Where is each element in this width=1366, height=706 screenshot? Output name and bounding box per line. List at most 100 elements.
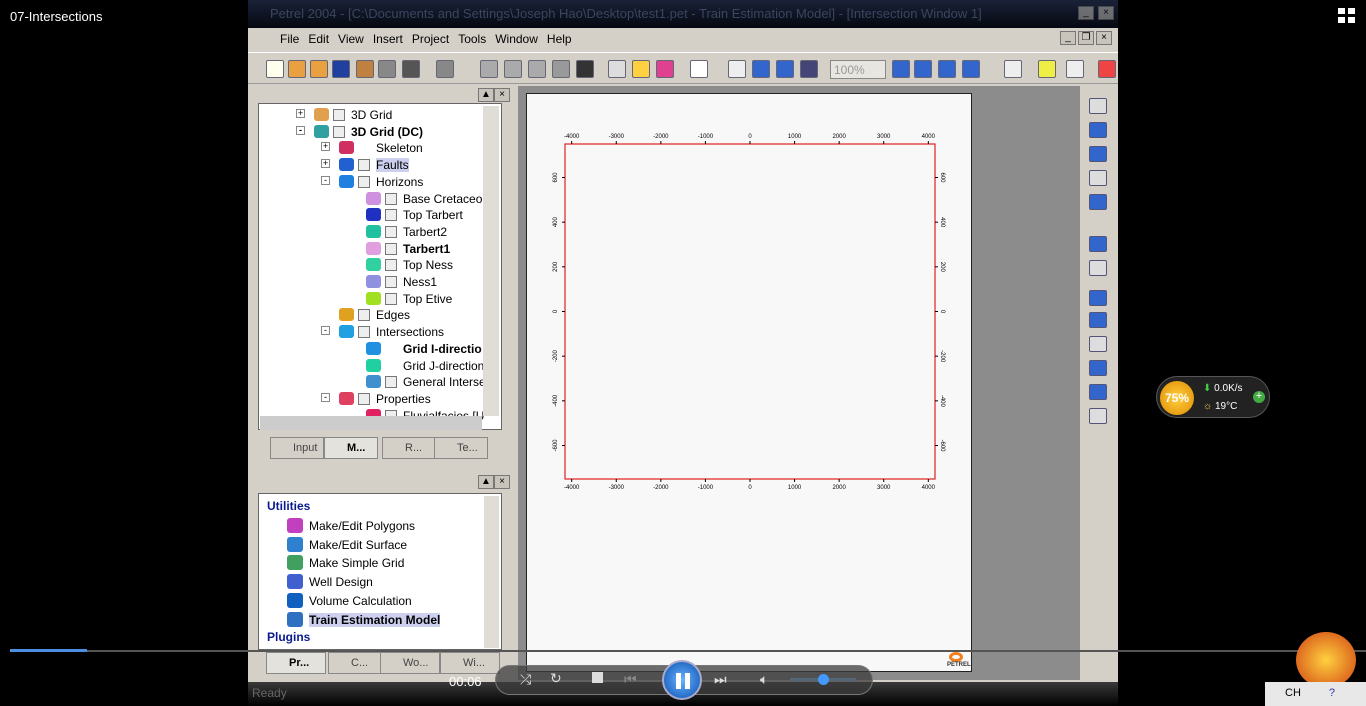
pause-button[interactable] [662, 660, 702, 700]
child-close-button[interactable]: × [1096, 31, 1112, 45]
intersection-window[interactable]: -4000 -4000 -3000 -3000 -2000 -2000 -1000 -1000… [518, 86, 1080, 680]
tree-item[interactable]: - Intersections [321, 324, 444, 340]
zoom-select[interactable]: 100% [830, 60, 886, 79]
visibility-checkbox[interactable] [385, 225, 397, 238]
toolbar-icon[interactable] [608, 60, 626, 78]
language-indicator[interactable]: CH [1285, 687, 1301, 699]
toolbar-icon[interactable] [332, 60, 350, 78]
expand-icon[interactable]: + [296, 109, 305, 118]
toolbar-icon[interactable] [356, 60, 374, 78]
toolbar-icon[interactable] [728, 60, 746, 78]
menu-file[interactable]: File [280, 32, 299, 46]
process-item[interactable]: Make/Edit Surface [287, 536, 407, 552]
toolbar-icon[interactable] [576, 60, 594, 78]
tree-item[interactable]: Top Etive [366, 291, 452, 307]
tab-3[interactable]: Te... [434, 437, 488, 459]
child-restore-button[interactable]: ❐ [1078, 31, 1094, 45]
function-icon[interactable] [1089, 236, 1107, 252]
pane-close-button[interactable]: × [494, 88, 510, 102]
visibility-checkbox[interactable] [385, 242, 397, 255]
function-icon[interactable] [1089, 290, 1107, 306]
toolbar-icon[interactable] [266, 60, 284, 78]
visibility-checkbox[interactable] [385, 192, 397, 205]
tree-item[interactable]: Grid J-direction [366, 358, 484, 374]
toolbar-icon[interactable] [690, 60, 708, 78]
shuffle-icon[interactable]: ⤮ [520, 671, 531, 688]
tree-item[interactable]: Tarbert2 [366, 224, 447, 240]
menu-tools[interactable]: Tools [458, 32, 486, 46]
function-icon[interactable] [1089, 260, 1107, 276]
tree-item[interactable]: Edges [339, 307, 410, 323]
visibility-checkbox[interactable] [358, 159, 370, 172]
previous-button[interactable]: ⏮ [624, 671, 637, 688]
toolbar-icon[interactable] [310, 60, 328, 78]
function-icon[interactable] [1089, 312, 1107, 328]
function-icon[interactable] [1089, 194, 1107, 210]
minimize-button[interactable]: _ [1078, 6, 1094, 20]
toolbar-icon[interactable] [504, 60, 522, 78]
process-item[interactable]: Make/Edit Polygons [287, 518, 415, 533]
toolbar-icon[interactable] [656, 60, 674, 78]
tab-0[interactable]: Input [270, 437, 324, 459]
function-icon[interactable] [1089, 384, 1107, 400]
toolbar-icon[interactable] [800, 60, 818, 78]
fullscreen-icon[interactable] [1338, 8, 1356, 24]
toolbar-icon[interactable] [1004, 60, 1022, 78]
tab-2[interactable]: Wo... [380, 652, 440, 674]
collapse-icon[interactable]: - [321, 392, 330, 402]
visibility-checkbox[interactable] [385, 259, 397, 272]
add-icon[interactable]: + [1253, 391, 1265, 403]
expand-icon[interactable]: + [321, 159, 330, 169]
tree-item[interactable]: + Skeleton [321, 140, 423, 156]
next-button[interactable]: ⏭ [714, 671, 727, 688]
pane-close-button[interactable]: × [494, 475, 510, 489]
visibility-checkbox[interactable] [358, 175, 370, 188]
volume-icon[interactable]: 🔈︎ [760, 671, 768, 688]
video-seek-bar[interactable] [10, 650, 1366, 652]
toolbar-icon[interactable] [402, 60, 420, 78]
toolbar-icon[interactable] [552, 60, 570, 78]
tree-item[interactable]: + Faults [321, 157, 409, 173]
menu-view[interactable]: View [338, 32, 364, 46]
menu-project[interactable]: Project [412, 32, 449, 46]
tab-2[interactable]: R... [382, 437, 436, 459]
menu-window[interactable]: Window [495, 32, 538, 46]
collapse-icon[interactable]: - [321, 175, 330, 185]
visibility-checkbox[interactable] [385, 292, 397, 305]
function-icon[interactable] [1089, 408, 1107, 424]
toolbar-icon[interactable] [436, 60, 454, 78]
tree-item[interactable]: - Properties [321, 391, 431, 407]
collapse-icon[interactable]: - [321, 326, 330, 336]
tree-item[interactable]: Tarbert1 [366, 241, 450, 257]
help-icon[interactable]: ? [1329, 687, 1335, 699]
toolbar-icon[interactable] [914, 60, 932, 78]
function-icon[interactable] [1089, 122, 1107, 138]
toolbar-icon[interactable] [892, 60, 910, 78]
close-button[interactable]: × [1098, 6, 1114, 20]
tree-item[interactable]: Base Cretaceou [366, 191, 489, 207]
tree-item[interactable]: Ness1 [366, 274, 437, 290]
visibility-checkbox[interactable] [358, 392, 370, 405]
toolbar-icon[interactable] [378, 60, 396, 78]
repeat-icon[interactable]: ↻ [550, 670, 562, 687]
visibility-checkbox[interactable] [385, 276, 397, 288]
tab-0[interactable]: Pr... [266, 652, 326, 674]
toolbar-icon[interactable] [962, 60, 980, 78]
function-icon[interactable] [1089, 360, 1107, 376]
stop-button[interactable] [592, 672, 603, 683]
process-item[interactable]: Volume Calculation [287, 592, 412, 608]
visibility-checkbox[interactable] [385, 209, 397, 222]
tree-hscrollbar[interactable] [260, 416, 482, 430]
toolbar-icon[interactable] [632, 60, 650, 78]
menu-help[interactable]: Help [547, 32, 572, 46]
toolbar-icon[interactable] [288, 60, 306, 78]
toolbar-icon[interactable] [752, 60, 770, 78]
function-icon[interactable] [1089, 98, 1107, 114]
expand-icon[interactable]: + [321, 142, 330, 152]
menu-insert[interactable]: Insert [373, 32, 403, 46]
tree-item[interactable]: +3D Grid [296, 107, 392, 123]
toolbar-icon[interactable] [1066, 60, 1084, 78]
toolbar-icon[interactable] [1098, 60, 1116, 78]
toolbar-icon[interactable] [528, 60, 546, 78]
mascot-icon[interactable] [1296, 632, 1356, 688]
